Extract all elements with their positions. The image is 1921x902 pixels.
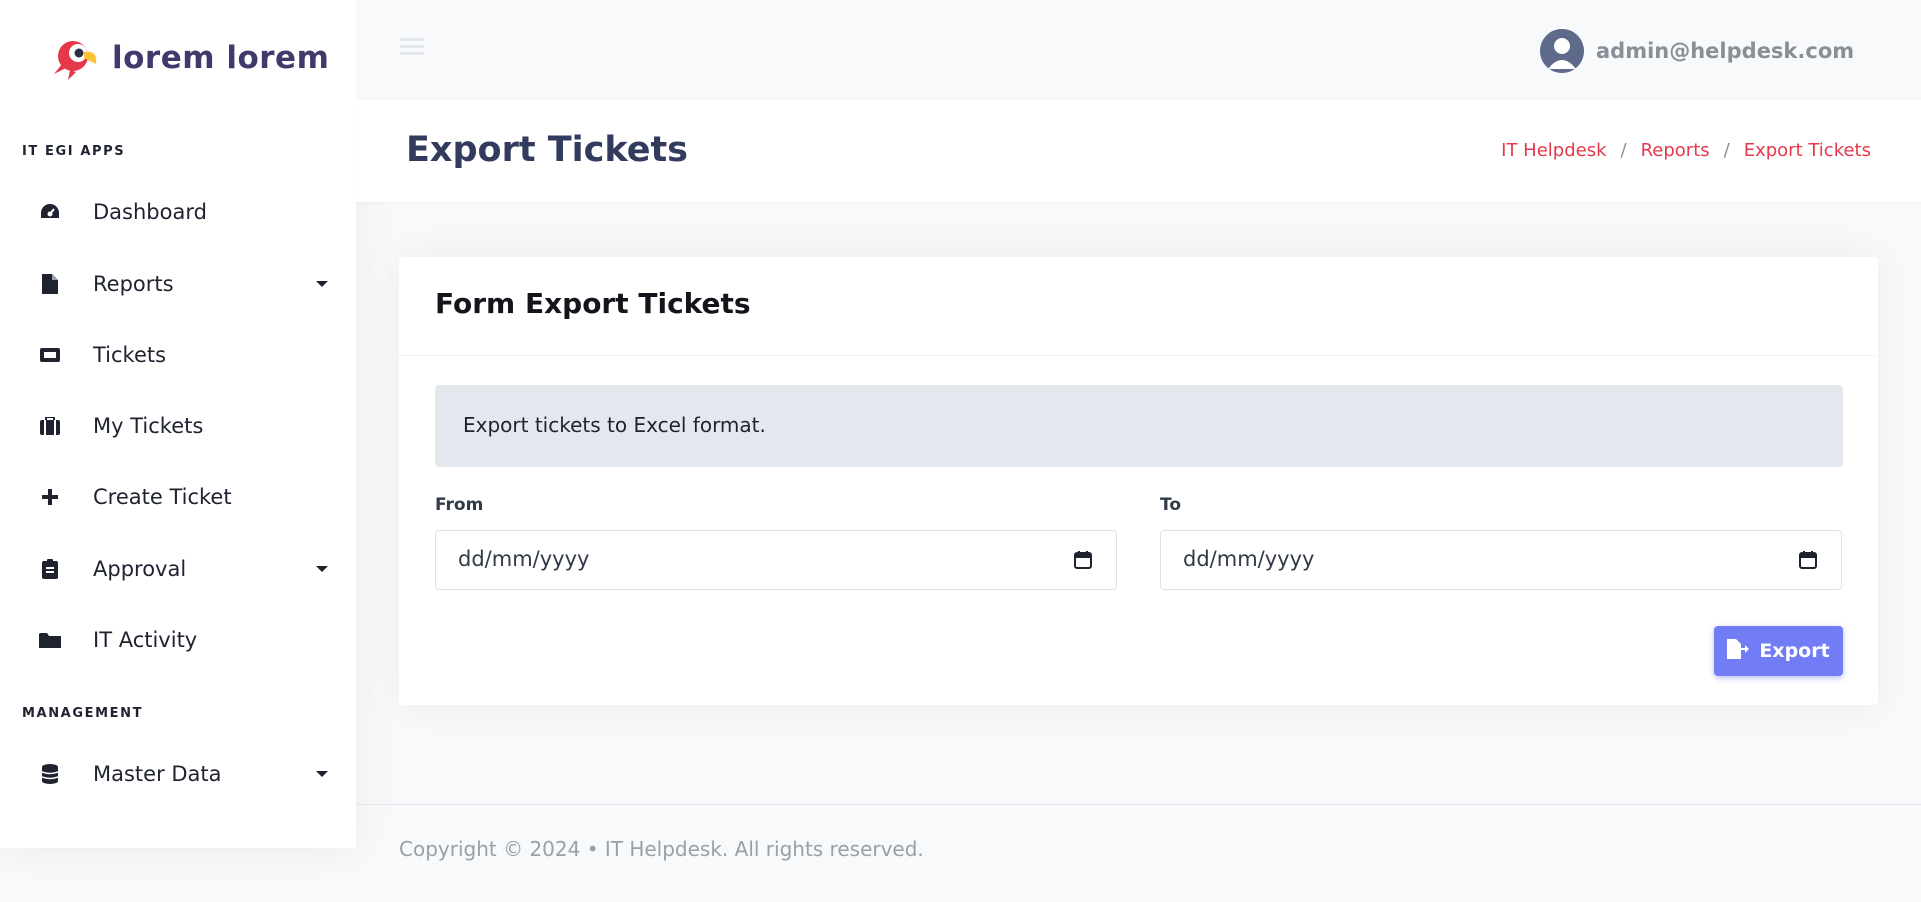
breadcrumb-item-export-tickets[interactable]: Export Tickets <box>1744 140 1871 161</box>
page-title-bar: Export Tickets IT Helpdesk / Reports / E… <box>356 100 1921 202</box>
export-button[interactable]: Export <box>1714 626 1843 676</box>
brand[interactable]: lorem lorem <box>48 34 329 82</box>
calendar-icon[interactable] <box>1799 551 1817 569</box>
chevron-down-icon <box>316 281 328 287</box>
section-title-management: MANAGEMENT <box>22 706 144 721</box>
from-label: From <box>435 495 484 515</box>
user-menu[interactable]: admin@helpdesk.com <box>1540 29 1854 73</box>
sidebar-item-label: Tickets <box>93 343 167 367</box>
breadcrumb: IT Helpdesk / Reports / Export Tickets <box>1501 140 1871 161</box>
user-email: admin@helpdesk.com <box>1596 39 1855 63</box>
suitcase-icon <box>38 414 62 438</box>
sidebar-item-label: Reports <box>93 272 174 296</box>
sidebar-item-label: Create Ticket <box>93 485 232 509</box>
page-title: Export Tickets <box>406 130 689 170</box>
section-title-it-egi-apps: IT EGI APPS <box>22 144 126 159</box>
chevron-down-icon <box>316 566 328 572</box>
to-date-input[interactable]: dd/mm/yyyy <box>1160 530 1842 590</box>
sidebar-item-it-activity[interactable]: IT Activity <box>0 612 356 668</box>
avatar <box>1540 29 1584 73</box>
breadcrumb-item-it-helpdesk[interactable]: IT Helpdesk <box>1501 140 1606 161</box>
breadcrumb-separator: / <box>1723 140 1730 161</box>
footer-copyright: Copyright © 2024 • IT Helpdesk. All righ… <box>399 837 924 861</box>
from-date-placeholder: dd/mm/yyyy <box>458 547 590 571</box>
brand-name: lorem lorem <box>112 40 330 76</box>
sidebar-item-create-ticket[interactable]: Create Ticket <box>0 469 356 525</box>
dashboard-icon <box>38 200 62 224</box>
to-label: To <box>1160 495 1182 515</box>
sidebar-item-reports[interactable]: Reports <box>0 256 356 312</box>
footer: Copyright © 2024 • IT Helpdesk. All righ… <box>356 804 1921 902</box>
file-icon <box>38 272 62 296</box>
to-date-placeholder: dd/mm/yyyy <box>1183 547 1315 571</box>
calendar-icon[interactable] <box>1074 551 1092 569</box>
alert-text: Export tickets to Excel format. <box>463 413 766 437</box>
breadcrumb-separator: / <box>1620 140 1627 161</box>
sidebar-item-approval[interactable]: Approval <box>0 541 356 597</box>
sidebar-item-label: Approval <box>93 557 187 581</box>
database-icon <box>38 762 62 786</box>
folder-icon <box>38 628 62 652</box>
sidebar-item-label: My Tickets <box>93 414 204 438</box>
plus-icon <box>38 485 62 509</box>
sidebar-item-master-data[interactable]: Master Data <box>0 746 356 802</box>
file-export-icon <box>1727 639 1750 663</box>
topbar: admin@helpdesk.com <box>356 0 1921 100</box>
sidebar-item-label: Master Data <box>93 762 222 786</box>
parrot-logo-icon <box>48 34 104 82</box>
chevron-down-icon <box>316 771 328 777</box>
card-title: Form Export Tickets <box>435 287 751 320</box>
card-header: Form Export Tickets <box>399 257 1878 356</box>
info-alert: Export tickets to Excel format. <box>435 385 1843 467</box>
breadcrumb-item-reports[interactable]: Reports <box>1641 140 1710 161</box>
export-form-card: Form Export Tickets Export tickets to Ex… <box>399 257 1878 705</box>
menu-icon[interactable] <box>400 38 424 60</box>
sidebar-item-tickets[interactable]: Tickets <box>0 327 356 383</box>
sidebar-item-label: Dashboard <box>93 200 207 224</box>
from-date-input[interactable]: dd/mm/yyyy <box>435 530 1117 590</box>
export-button-label: Export <box>1759 640 1830 662</box>
ticket-icon <box>38 343 62 367</box>
sidebar-item-dashboard[interactable]: Dashboard <box>0 184 356 240</box>
sidebar-item-my-tickets[interactable]: My Tickets <box>0 398 356 454</box>
clipboard-icon <box>38 557 62 581</box>
sidebar-item-label: IT Activity <box>93 628 198 652</box>
sidebar: lorem lorem IT EGI APPS Dashboard Report… <box>0 0 356 848</box>
